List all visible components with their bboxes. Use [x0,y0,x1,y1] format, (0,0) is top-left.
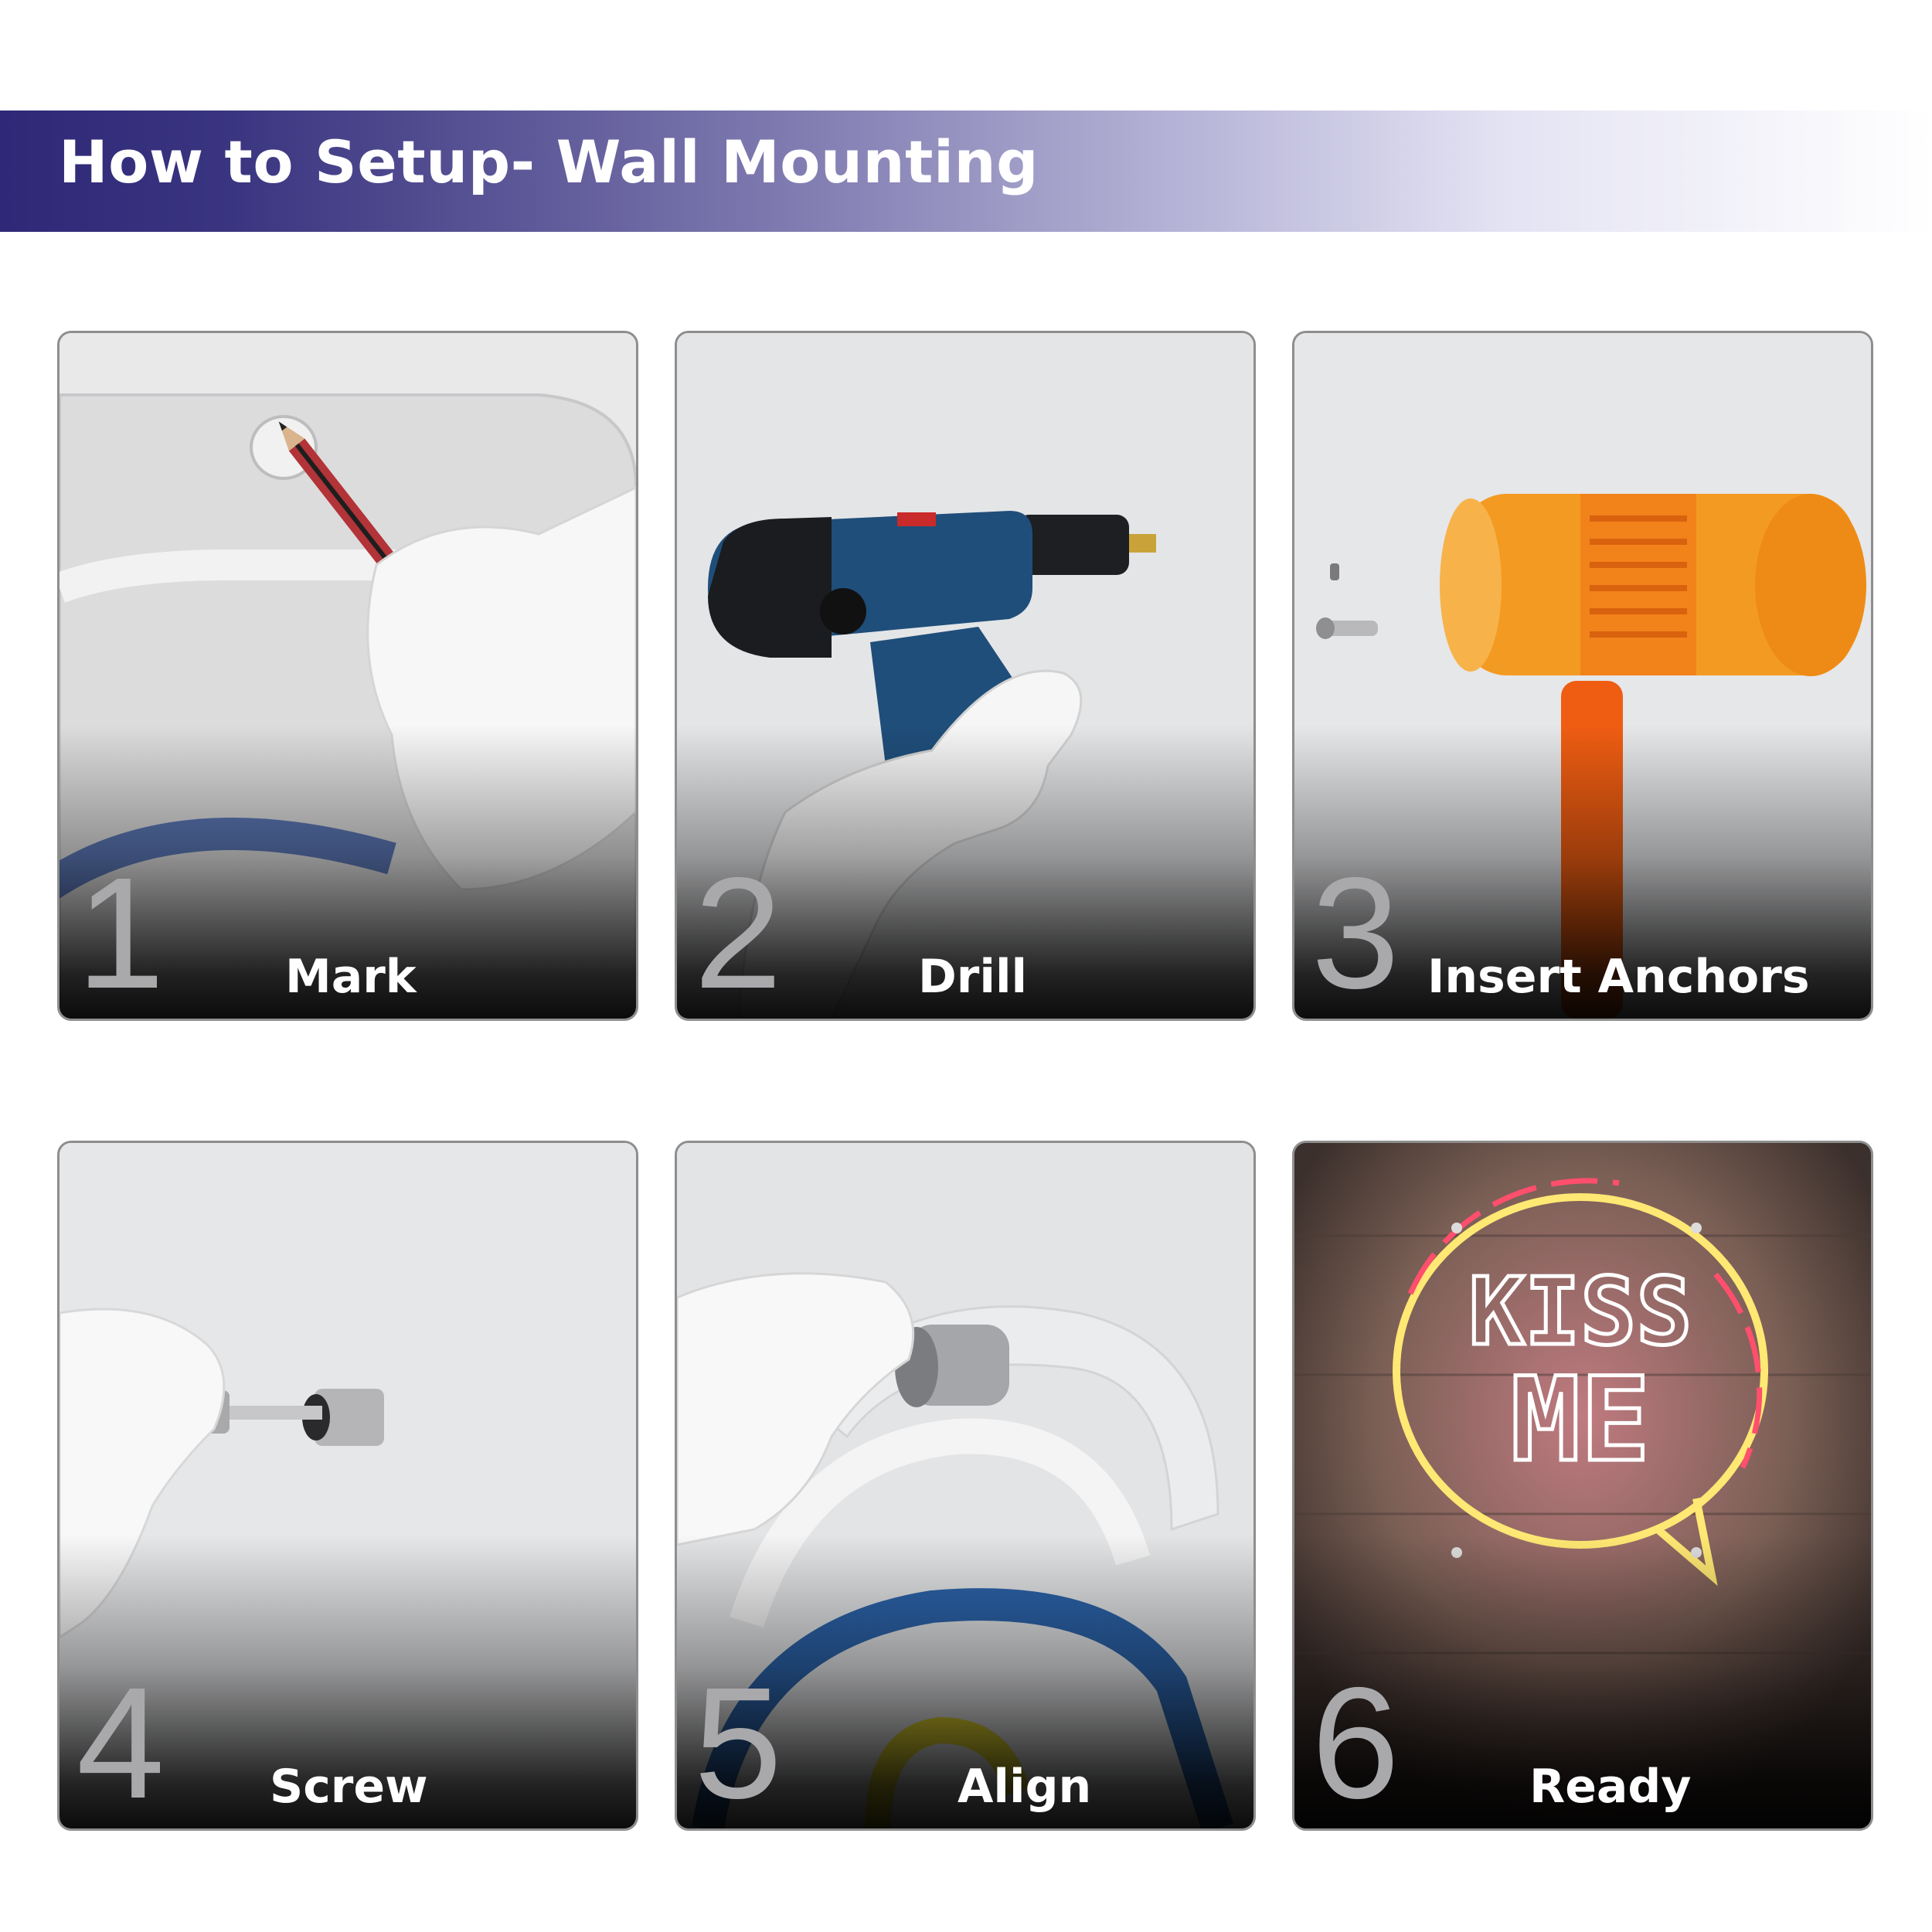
neon-line-2: ME [1511,1353,1651,1488]
neon-line-1: KISS [1469,1259,1692,1366]
step-number: 1 [77,845,165,1021]
step-label: Ready [1529,1760,1692,1814]
page: How to Setup- Wall Mounting 1 Mark 2 Dri… [0,0,1932,1932]
step-card-mark: 1 Mark [57,331,638,1021]
step-number: 3 [1311,845,1400,1021]
step-number: 6 [1311,1655,1400,1831]
step-card-ready: KISS ME 6 Ready [1292,1141,1873,1831]
step-card-drill: 2 Drill [675,331,1256,1021]
step-label: Drill [918,950,1028,1004]
step-number: 4 [77,1655,165,1831]
step-label: Screw [270,1760,428,1814]
step-number: 2 [694,845,783,1021]
step-card-insert-anchors: 3 Insert Anchors [1292,331,1873,1021]
step-label: Align [957,1760,1092,1814]
step-label: Insert Anchors [1427,950,1810,1004]
step-label: Mark [285,950,417,1004]
title-banner: How to Setup- Wall Mounting [0,111,1932,232]
step-card-screw: 4 Screw [57,1141,638,1831]
step-card-align: 5 Align [675,1141,1256,1831]
step-number: 5 [694,1655,783,1831]
page-title: How to Setup- Wall Mounting [59,128,1039,196]
